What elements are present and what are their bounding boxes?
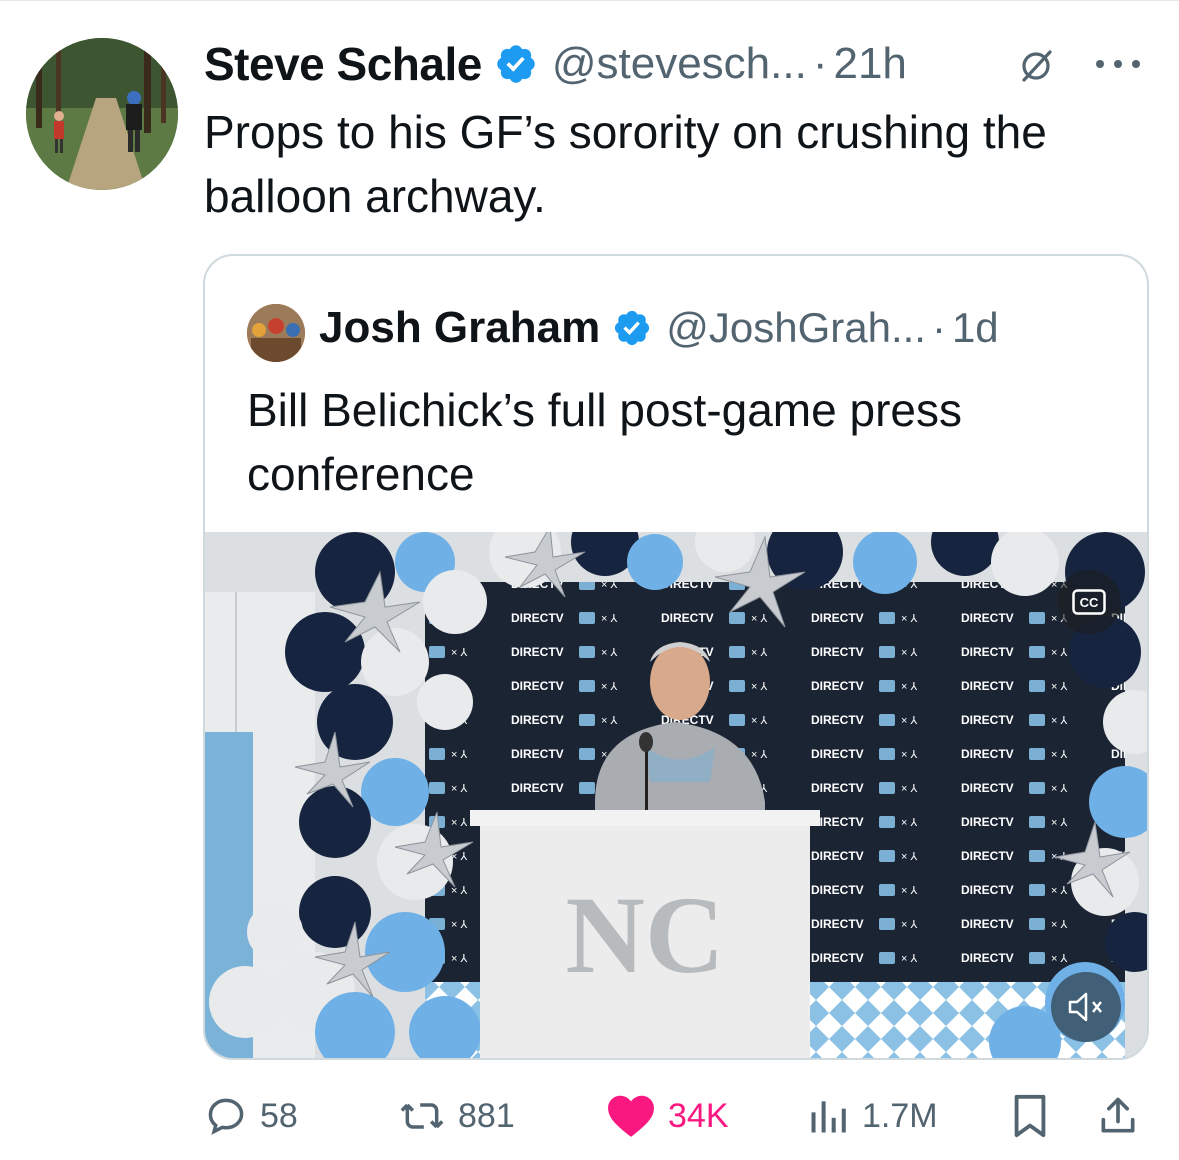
verified-badge-icon (615, 310, 650, 346)
separator-dot: · (812, 39, 828, 88)
share-icon (1101, 1097, 1135, 1133)
quoted-tweet-header: Josh Graham @JoshGrah... · 1d (319, 298, 999, 358)
grok-icon[interactable] (1016, 46, 1056, 86)
bookmark-button[interactable] (1010, 1086, 1062, 1146)
quoted-tweet-card[interactable]: Josh Graham @JoshGrah... · 1d Bill Belic… (203, 254, 1149, 1060)
reply-icon (208, 1098, 244, 1135)
share-button[interactable] (1096, 1086, 1152, 1146)
mute-button[interactable] (1051, 972, 1121, 1042)
mute-icon (1068, 992, 1102, 1022)
quoted-timestamp[interactable]: 1d (952, 304, 999, 352)
svg-text:NC: NC (566, 874, 725, 996)
heart-icon (608, 1095, 654, 1137)
quoted-author-handle[interactable]: @JoshGrah... (666, 304, 926, 352)
views-button[interactable]: 1.7M (806, 1086, 938, 1146)
quoted-author-name[interactable]: Josh Graham (319, 303, 600, 353)
like-button[interactable]: 34K (606, 1086, 729, 1146)
view-count: 1.7M (862, 1096, 938, 1135)
bookmark-icon (1014, 1094, 1046, 1138)
repost-count: 881 (458, 1096, 515, 1135)
quoted-author-avatar[interactable] (247, 304, 305, 362)
verified-badge-icon (497, 45, 535, 83)
tweet-header: Steve Schale @stevesch... · 21h (204, 34, 907, 94)
video-frame: DIRECTV × ⅄ (205, 532, 1147, 1058)
repost-icon (400, 1103, 444, 1129)
video-player[interactable]: DIRECTV × ⅄ (205, 532, 1147, 1058)
more-icon[interactable] (1090, 54, 1150, 74)
like-count: 34K (668, 1096, 729, 1135)
podium: NC (470, 810, 820, 1058)
timestamp[interactable]: 21h (833, 39, 906, 89)
views-icon (811, 1101, 846, 1133)
author-name[interactable]: Steve Schale (204, 37, 482, 91)
reply-count: 58 (260, 1096, 298, 1135)
author-handle[interactable]: @stevesch... (552, 39, 807, 89)
reply-button[interactable]: 58 (204, 1086, 298, 1146)
tweet-text: Props to his GF’s sorority on crushing t… (204, 106, 1047, 222)
svg-text:CC: CC (1080, 595, 1099, 610)
author-avatar[interactable] (26, 38, 178, 190)
top-divider (0, 0, 1179, 1)
action-bar: 58 881 34K 1.7M (200, 1086, 1150, 1146)
separator-dot: · (931, 304, 946, 351)
cc-icon: CC (1072, 589, 1106, 615)
captions-button[interactable]: CC (1057, 570, 1121, 634)
quoted-tweet-text: Bill Belichick’s full post-game press co… (247, 384, 962, 500)
repost-button[interactable]: 881 (398, 1086, 515, 1146)
